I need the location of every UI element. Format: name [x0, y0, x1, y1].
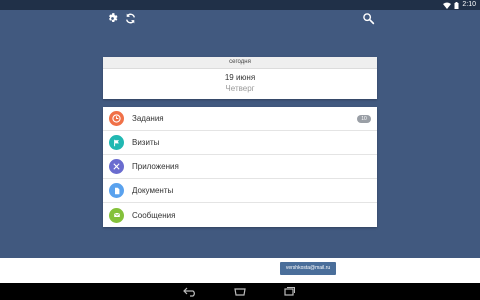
menu-item-label: Задания [132, 114, 164, 123]
back-icon[interactable] [183, 286, 197, 297]
menu-item-label: Визиты [132, 138, 160, 147]
menu-item-documents[interactable]: Документы [103, 179, 377, 203]
gear-icon[interactable] [106, 12, 119, 25]
status-time: 2:10 [462, 1, 476, 8]
message-icon [109, 207, 124, 223]
navigation-bar [0, 283, 480, 300]
today-label: сегодня [103, 57, 377, 69]
account-email-button[interactable]: vershkosta@mail.ru [280, 262, 336, 275]
count-badge: 10 [357, 115, 371, 123]
account-panel: vershkosta@mail.ru [0, 258, 480, 283]
menu-item-label: Приложения [132, 162, 179, 171]
document-icon [109, 183, 124, 198]
menu-item-label: Документы [132, 186, 174, 195]
wifi-icon [443, 2, 452, 9]
home-icon[interactable] [233, 286, 247, 297]
battery-icon [454, 1, 459, 9]
menu-item-messages[interactable]: Сообщения [103, 203, 377, 227]
menu-item-tasks[interactable]: Задания 10 [103, 107, 377, 131]
main-menu: Задания 10 Визиты Приложения Документы С… [103, 107, 377, 227]
recent-apps-icon[interactable] [282, 286, 296, 297]
weekday-text: Четверг [225, 84, 255, 93]
flag-icon [109, 135, 124, 150]
search-icon[interactable] [362, 12, 375, 25]
date-text: 19 июня [224, 73, 256, 82]
status-bar: 2:10 [0, 0, 480, 10]
clock-icon [109, 111, 124, 126]
menu-item-apps[interactable]: Приложения [103, 155, 377, 179]
refresh-icon[interactable] [124, 12, 137, 25]
menu-item-visits[interactable]: Визиты [103, 131, 377, 155]
apps-icon [109, 159, 124, 174]
date-card: сегодня 19 июня Четверг [103, 57, 377, 99]
menu-item-label: Сообщения [132, 210, 176, 220]
